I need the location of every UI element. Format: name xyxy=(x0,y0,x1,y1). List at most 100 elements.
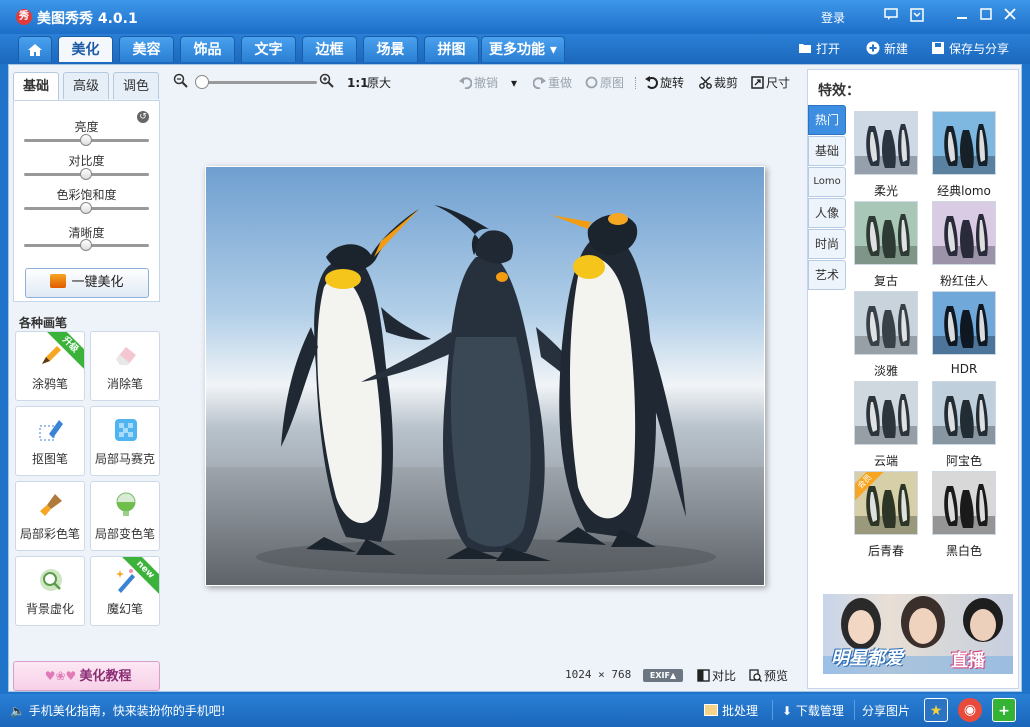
open-button[interactable]: 打开 xyxy=(798,39,840,59)
slider-knob[interactable] xyxy=(80,239,92,251)
zoom-out-icon[interactable] xyxy=(173,73,188,88)
effect-label: 云端 xyxy=(873,454,898,468)
recolor-cup-icon xyxy=(116,492,136,516)
magic-brush[interactable]: 魔幻笔 new xyxy=(90,556,160,626)
actual-size-ratio[interactable]: 1:1 xyxy=(347,75,369,91)
batch-label: 批处理 xyxy=(722,704,759,718)
batch-process-button[interactable]: 批处理 xyxy=(704,702,758,720)
tab-beautify[interactable]: 美化 xyxy=(58,36,113,62)
zoom-slider-knob[interactable] xyxy=(195,75,209,89)
scissors-icon xyxy=(699,76,712,89)
login-link[interactable]: 登录 xyxy=(821,9,845,26)
effect-category-fashion[interactable]: 时尚 xyxy=(808,229,846,259)
cutout-brush[interactable]: 抠图笔 xyxy=(15,406,85,476)
local-recolor-brush[interactable]: 局部变色笔 xyxy=(90,481,160,551)
eraser-brush[interactable]: 消除笔 xyxy=(90,331,160,401)
effect-thumbnail[interactable] xyxy=(854,291,918,355)
doodle-brush[interactable]: 涂鸦笔 升级 xyxy=(15,331,85,401)
one-click-beautify-button[interactable]: 一键美化 xyxy=(25,268,149,298)
slider-knob[interactable] xyxy=(80,168,92,180)
download-manager-button[interactable]: ⬇ 下载管理 xyxy=(782,702,844,720)
photo-canvas[interactable] xyxy=(205,166,765,586)
zoom-slider[interactable] xyxy=(197,81,317,84)
tab-more-features[interactable]: 更多功能 ▾ xyxy=(481,36,565,62)
brushes-section-title: 各种画笔 xyxy=(19,316,68,330)
preview-button[interactable]: 预览 xyxy=(749,668,788,684)
maximize-icon[interactable] xyxy=(978,8,994,24)
effect-preview-image xyxy=(933,472,995,534)
tab-accessories[interactable]: 饰品 xyxy=(180,36,235,62)
original-size-button[interactable]: 原大 xyxy=(367,75,391,91)
sharpness-slider[interactable] xyxy=(24,239,149,251)
contrast-label: 对比度 xyxy=(68,154,105,168)
folder-icon xyxy=(799,44,811,53)
contrast-slider[interactable] xyxy=(24,168,149,180)
tab-advanced[interactable]: 高级 xyxy=(63,72,109,99)
undo-button[interactable]: 撤销 xyxy=(459,75,498,91)
tab-color-tone[interactable]: 调色 xyxy=(113,72,159,99)
compare-button[interactable]: 对比 xyxy=(697,668,736,684)
minimize-icon[interactable] xyxy=(954,8,970,24)
tab-border[interactable]: 边框 xyxy=(302,36,357,62)
tab-text[interactable]: 文字 xyxy=(241,36,296,62)
effect-thumbnail[interactable] xyxy=(932,471,996,535)
feedback-icon[interactable] xyxy=(883,8,899,24)
local-color-brush[interactable]: 局部彩色笔 xyxy=(15,481,85,551)
tab-basic[interactable]: 基础 xyxy=(13,72,59,101)
weibo-icon[interactable]: ◉ xyxy=(958,698,982,722)
effect-category-portrait[interactable]: 人像 xyxy=(808,198,846,228)
zoom-in-icon[interactable] xyxy=(319,73,334,88)
effect-thumbnail[interactable] xyxy=(932,381,996,445)
phone-guide-link[interactable]: 🔈 手机美化指南，快来装扮你的手机吧! xyxy=(10,702,226,720)
brightness-slider[interactable] xyxy=(24,134,149,146)
new-button[interactable]: 新建 xyxy=(866,39,908,59)
effect-thumbnail[interactable] xyxy=(932,111,996,175)
effect-preview-image xyxy=(855,202,917,264)
close-icon[interactable] xyxy=(1002,8,1018,24)
resize-button[interactable]: 尺寸 xyxy=(751,75,790,91)
effect-thumbnail[interactable] xyxy=(854,381,918,445)
skin-menu-icon[interactable] xyxy=(909,8,925,24)
effects-title: 特效： xyxy=(818,83,860,99)
batch-icon xyxy=(704,704,718,716)
effect-category-basic[interactable]: 基础 xyxy=(808,136,846,166)
effect-thumbnail[interactable] xyxy=(854,201,918,265)
tab-collage[interactable]: 拼图 xyxy=(424,36,479,62)
undo-label: 撤销 xyxy=(474,76,499,90)
saturation-slider[interactable] xyxy=(24,202,149,214)
effect-label: 后青春 xyxy=(867,544,904,558)
crop-button[interactable]: 裁剪 xyxy=(699,75,738,91)
effect-label: 复古 xyxy=(873,274,898,288)
image-width: 1024 xyxy=(565,668,592,681)
rotate-button[interactable]: 旋转 xyxy=(645,75,684,91)
compare-icon xyxy=(697,669,710,682)
redo-button[interactable]: 重做 xyxy=(533,75,572,91)
saturation-label: 色彩饱和度 xyxy=(56,188,117,202)
effect-thumbnail[interactable] xyxy=(932,291,996,355)
beautify-tutorial-button[interactable]: ♥❀♥ 美化教程 xyxy=(13,661,160,691)
new-label: 新建 xyxy=(884,42,909,56)
effect-thumbnail[interactable] xyxy=(932,201,996,265)
image-status-row: 1024 × 768 EXIF▲ 对比 预览 xyxy=(169,665,801,685)
original-image-button[interactable]: 原图 xyxy=(585,75,624,91)
tab-beauty[interactable]: 美容 xyxy=(119,36,174,62)
star-share-icon[interactable]: ★ xyxy=(924,698,948,722)
download-label: 下载管理 xyxy=(795,704,844,718)
effect-label: 经典lomo xyxy=(937,184,991,198)
add-more-icon[interactable]: + xyxy=(992,698,1016,722)
effect-category-hot[interactable]: 热门 xyxy=(808,105,846,135)
ad-banner[interactable]: 明星都爱 直播 xyxy=(823,594,1013,674)
mosaic-brush[interactable]: 局部马赛克 xyxy=(90,406,160,476)
tab-scene[interactable]: 场景 xyxy=(363,36,418,62)
effect-thumbnail[interactable]: 会员 xyxy=(854,471,918,535)
slider-knob[interactable] xyxy=(80,202,92,214)
effect-thumbnail[interactable] xyxy=(854,111,918,175)
undo-history-dropdown[interactable]: ▾ xyxy=(511,75,517,91)
effect-category-art[interactable]: 艺术 xyxy=(808,260,846,290)
tab-home[interactable] xyxy=(18,36,52,62)
effect-category-lomo[interactable]: Lomo xyxy=(808,167,846,197)
exif-button[interactable]: EXIF▲ xyxy=(643,669,683,682)
slider-knob[interactable] xyxy=(80,134,92,146)
background-blur-brush[interactable]: 背景虚化 xyxy=(15,556,85,626)
save-share-button[interactable]: 保存与分享 xyxy=(931,39,1009,59)
